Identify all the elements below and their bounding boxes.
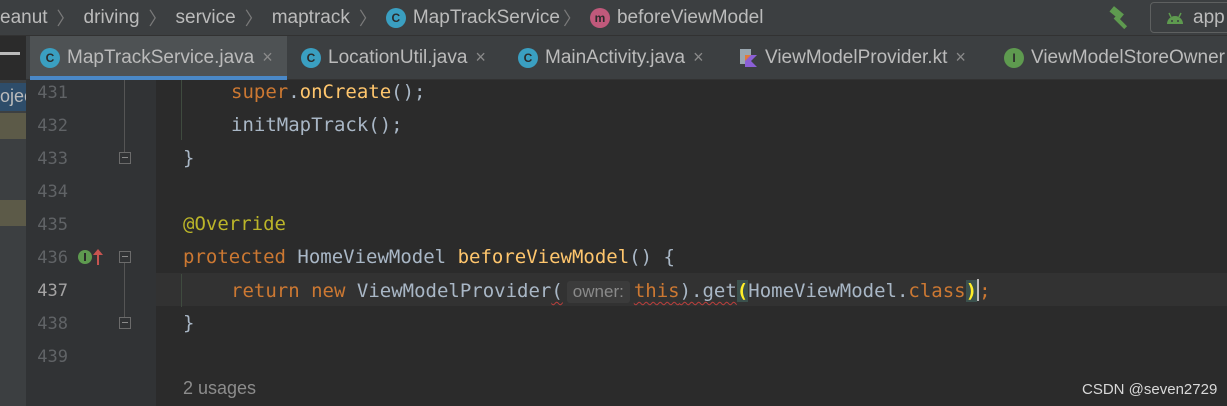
run-configuration-selector[interactable]: app	[1150, 2, 1227, 33]
fold-collapse-icon[interactable]	[119, 152, 131, 164]
line-number: 436	[37, 248, 68, 268]
tab-mainactivity[interactable]: C MainActivity.java ×	[515, 36, 721, 79]
code-line-432[interactable]: initMapTrack();	[231, 114, 403, 136]
keyword-class: class	[908, 280, 966, 302]
breadcrumb-item-class[interactable]: C MapTrackService	[385, 7, 560, 29]
class-icon: C	[40, 47, 60, 68]
breadcrumb-separator-icon: 〉	[358, 9, 377, 29]
tab-label: ViewModelStoreOwner	[1031, 46, 1225, 68]
project-tool-button[interactable]	[0, 36, 26, 80]
close-icon[interactable]: ×	[262, 47, 273, 68]
line-number: 438	[37, 314, 68, 334]
tab-viewmodelprovider[interactable]: ViewModelProvider.kt ×	[738, 36, 990, 79]
class-icon: C	[385, 8, 406, 28]
method-call: onCreate	[299, 81, 392, 103]
matched-paren: (	[736, 280, 749, 302]
line-number: 435	[37, 215, 68, 235]
matched-paren: )	[965, 280, 978, 302]
method-call: initMapTrack	[231, 114, 369, 136]
kotlin-file-icon	[740, 48, 757, 67]
breadcrumb-separator-icon: 〉	[244, 9, 263, 29]
keyword-return: return	[231, 280, 300, 302]
tab-viewmodelstoreowner[interactable]: I ViewModelStoreOwner	[1002, 36, 1227, 79]
class-name: ViewModelProvider	[356, 280, 552, 302]
fold-expand-icon[interactable]	[119, 251, 131, 263]
project-panel-edge[interactable]	[0, 80, 26, 406]
paren-token: (	[551, 280, 563, 302]
method-icon: m	[589, 8, 610, 28]
line-number: 434	[37, 182, 68, 202]
method-name: beforeViewModel	[457, 246, 630, 268]
android-icon	[1167, 12, 1183, 24]
overrides-method-icon[interactable]	[78, 248, 106, 266]
keyword-this: this	[633, 280, 680, 302]
tab-label: MapTrackService.java	[67, 46, 255, 68]
breadcrumb-item-package[interactable]: service	[176, 7, 242, 29]
line-number: 432	[37, 116, 68, 136]
class-icon: C	[518, 47, 538, 68]
breadcrumb-class-label: MapTrackService	[412, 7, 560, 28]
editor-tab-bar: C MapTrackService.java × C LocationUtil.…	[0, 36, 1227, 80]
breadcrumb-item-package[interactable]: maptrack	[272, 7, 356, 29]
breadcrumb-item-package[interactable]: driving	[84, 7, 146, 29]
indent-guide	[181, 274, 182, 307]
close-icon[interactable]: ×	[955, 47, 966, 68]
line-number-current: 437	[37, 281, 68, 301]
tab-locationutil[interactable]: C LocationUtil.java ×	[298, 36, 503, 79]
tab-label: ViewModelProvider.kt	[765, 46, 948, 68]
close-icon[interactable]: ×	[475, 47, 486, 68]
fold-collapse-icon[interactable]	[119, 317, 131, 329]
keyword-super: super	[231, 81, 289, 103]
line-number: 439	[37, 347, 68, 367]
breadcrumb-method-label: beforeViewModel	[616, 7, 764, 28]
breadcrumb: eanut 〉 driving 〉 service 〉 maptrack 〉 C…	[0, 0, 763, 36]
breadcrumb-separator-icon: 〉	[148, 9, 167, 29]
code-token: ).get	[679, 280, 737, 302]
keyword-new: new	[311, 280, 346, 302]
interface-icon: I	[1004, 47, 1024, 68]
indent-guide	[181, 80, 182, 140]
code-token: .	[288, 81, 300, 103]
tab-label: MainActivity.java	[545, 46, 686, 68]
breadcrumb-item-method[interactable]: m beforeViewModel	[589, 7, 764, 29]
fold-guide	[124, 263, 125, 317]
code-line-431[interactable]: super.onCreate();	[231, 81, 426, 103]
build-hammer-icon[interactable]	[1108, 6, 1134, 30]
tab-label: LocationUtil.java	[328, 46, 468, 68]
line-number: 433	[37, 149, 68, 169]
code-line-436[interactable]: protected HomeViewModel beforeViewModel(…	[183, 246, 675, 268]
code-line-437[interactable]: return new ViewModelProvider(owner: this)…	[231, 279, 991, 303]
type-name: HomeViewModel	[297, 246, 447, 268]
parameter-hint: owner:	[566, 281, 630, 303]
watermark: CSDN @seven2729	[1082, 381, 1218, 398]
code-line-433[interactable]: }	[183, 147, 194, 169]
breadcrumb-separator-icon: 〉	[56, 9, 75, 29]
keyword-protected: protected	[183, 246, 286, 268]
close-icon[interactable]: ×	[693, 47, 704, 68]
code-line-435[interactable]: @Override	[183, 213, 286, 235]
code-token: () {	[629, 246, 675, 268]
breadcrumb-separator-icon: 〉	[562, 9, 581, 29]
code-token: HomeViewModel.	[748, 280, 909, 302]
code-token: ;	[979, 280, 991, 302]
line-number: 431	[37, 83, 68, 103]
fold-guide	[124, 80, 125, 152]
breadcrumb-item-package[interactable]: eanut	[0, 7, 54, 29]
code-token: ();	[391, 81, 426, 103]
code-token: ();	[368, 114, 403, 136]
tab-maptrackservice[interactable]: C MapTrackService.java ×	[30, 36, 287, 80]
code-line-438[interactable]: }	[183, 312, 194, 334]
navigation-bar: eanut 〉 driving 〉 service 〉 maptrack 〉 C…	[0, 0, 1227, 36]
usages-hint[interactable]: 2 usages	[183, 378, 256, 399]
class-icon: C	[301, 47, 321, 68]
run-configuration-label: app	[1193, 6, 1225, 28]
